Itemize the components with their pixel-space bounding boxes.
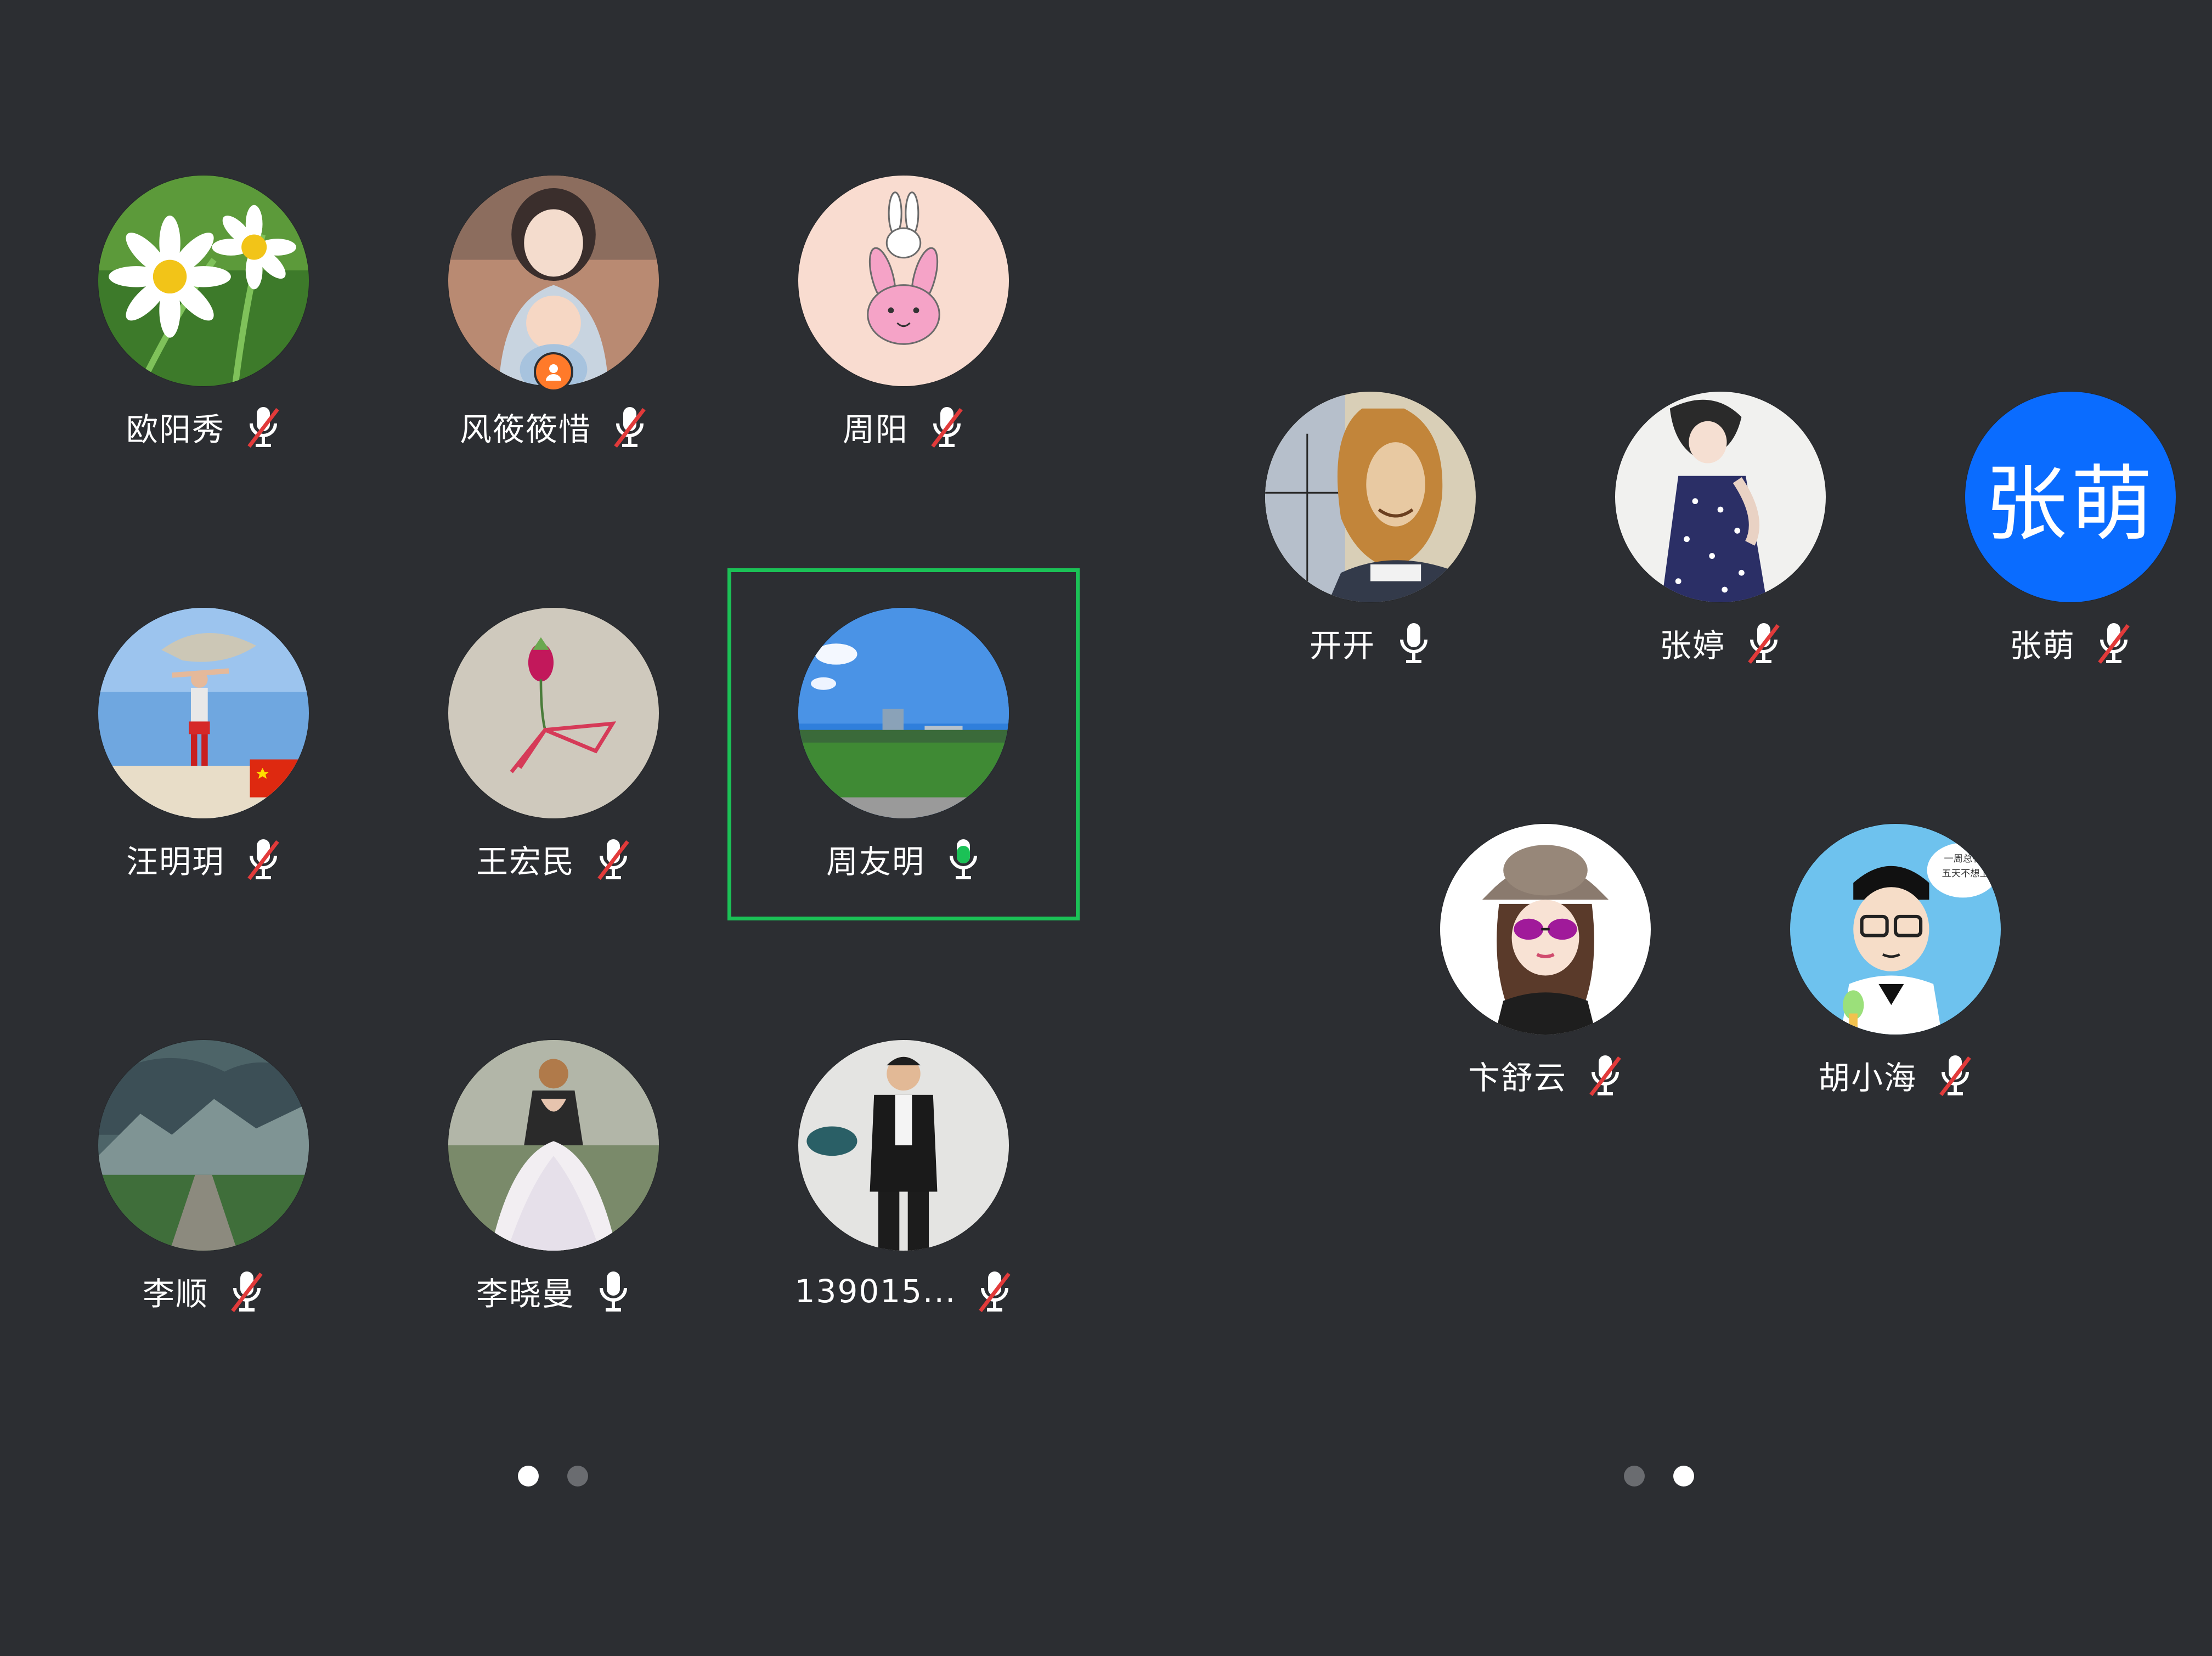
participant-name: 胡小海 xyxy=(1818,1059,1917,1097)
participant-tile[interactable]: 张萌 张萌 xyxy=(1895,370,2212,721)
avatar-initials: 张萌 xyxy=(1984,456,2156,552)
participant-name: 欧阳秀 xyxy=(126,411,225,448)
participant-tile[interactable]: 139015... xyxy=(728,1018,1079,1369)
participant-name: 张萌 xyxy=(2009,627,2075,664)
avatar xyxy=(798,1040,1009,1251)
avatar xyxy=(448,608,659,818)
text-avatar: 张萌 xyxy=(1965,392,2176,602)
person-icon xyxy=(546,364,561,381)
avatar xyxy=(798,176,1009,386)
speech-bubble-line2: 五天不想上班 xyxy=(1942,868,1999,879)
cartoon-boy-glasses-icon: 一周总有那 五天不想上班 xyxy=(1790,824,2001,1035)
mic-muted-icon[interactable] xyxy=(246,405,281,449)
mic-on-icon[interactable] xyxy=(596,1269,631,1313)
mic-muted-icon[interactable] xyxy=(1746,621,1781,665)
avatar xyxy=(98,608,309,818)
mic-muted-icon[interactable] xyxy=(612,405,647,449)
participant-tile[interactable]: 开开 xyxy=(1195,370,1546,721)
girl-polka-dress-icon xyxy=(1615,392,1826,602)
participant-tile[interactable]: 卞舒云 xyxy=(1370,802,1721,1153)
participant-tile[interactable]: 张婷 xyxy=(1545,370,1896,721)
host-badge xyxy=(534,352,573,392)
participant-name: 李晓曼 xyxy=(476,1275,575,1313)
man-standing-icon xyxy=(798,1040,1009,1251)
avatar xyxy=(448,1040,659,1251)
avatar xyxy=(98,1040,309,1251)
wedding-dress-icon xyxy=(448,1040,659,1251)
participant-name: 周友明 xyxy=(826,843,925,880)
avatar xyxy=(1440,824,1651,1035)
participant-name: 张婷 xyxy=(1659,627,1725,664)
page-dot-2[interactable] xyxy=(567,1466,588,1487)
participant-name: 李顺 xyxy=(142,1275,208,1313)
avatar xyxy=(1615,392,1826,602)
cartoon-girl-sunglasses-icon xyxy=(1440,824,1651,1035)
avatar xyxy=(98,176,309,386)
participant-name: 风筱筱惜 xyxy=(459,411,591,448)
page-dot-2-active[interactable] xyxy=(1673,1466,1694,1487)
mic-speaking-icon[interactable] xyxy=(946,837,981,881)
participant-name: 139015... xyxy=(794,1273,957,1310)
participant-name: 卞舒云 xyxy=(1468,1059,1567,1097)
mic-muted-icon[interactable] xyxy=(929,405,964,449)
mic-muted-icon[interactable] xyxy=(1588,1053,1623,1097)
mic-on-icon[interactable] xyxy=(1396,621,1431,665)
page-dot-1-active[interactable] xyxy=(518,1466,539,1487)
participant-name: 王宏民 xyxy=(476,843,575,880)
mountain-road-icon xyxy=(98,1040,309,1251)
participant-tile[interactable]: 一周总有那 五天不想上班 胡小海 xyxy=(1720,802,2071,1153)
participant-name: 开开 xyxy=(1309,627,1375,664)
participant-tile[interactable]: 李晓曼 xyxy=(378,1018,729,1369)
page-indicator[interactable] xyxy=(518,1466,588,1487)
participant-tile[interactable]: 汪明玥 xyxy=(28,586,379,937)
participant-tile-active-speaker[interactable]: 周友明 xyxy=(728,586,1079,937)
mic-muted-icon[interactable] xyxy=(229,1269,264,1313)
participant-tile[interactable]: 李顺 xyxy=(28,1018,379,1369)
page-dot-1[interactable] xyxy=(1624,1466,1645,1487)
participant-tile[interactable]: 周阳 xyxy=(728,154,1079,505)
person-with-flag-icon xyxy=(98,608,309,818)
speech-bubble-line1: 一周总有那 xyxy=(1944,854,1991,864)
mic-muted-icon[interactable] xyxy=(246,837,281,881)
participant-page-2[interactable]: 开开 张婷 张萌 张萌 卞舒云 一周总有那 五天不想上班 胡小海 xyxy=(1106,0,2212,1656)
participant-name: 汪明玥 xyxy=(126,843,225,880)
pink-bunny-icon xyxy=(798,176,1009,386)
participant-tile[interactable]: 欧阳秀 xyxy=(28,154,379,505)
descartes-portrait-icon xyxy=(1265,392,1476,602)
flower-sketch-icon xyxy=(448,608,659,818)
participant-tile[interactable]: 风筱筱惜 xyxy=(378,154,729,505)
mic-muted-icon[interactable] xyxy=(2096,621,2131,665)
sky-field-photo-icon xyxy=(798,608,1009,818)
daisy-photo-icon xyxy=(98,176,309,386)
mic-muted-icon[interactable] xyxy=(1938,1053,1973,1097)
avatar: 一周总有那 五天不想上班 xyxy=(1790,824,2001,1035)
avatar xyxy=(798,608,1009,818)
mic-muted-icon[interactable] xyxy=(596,837,631,881)
page-indicator[interactable] xyxy=(1624,1466,1694,1487)
avatar xyxy=(1265,392,1476,602)
participant-page-1[interactable]: 欧阳秀 风筱筱惜 周阳 汪明玥 王宏民 周友明 李顺 李晓曼 139015... xyxy=(0,0,1106,1656)
mic-muted-icon[interactable] xyxy=(977,1269,1012,1313)
participant-tile[interactable]: 王宏民 xyxy=(378,586,729,937)
participant-name: 周阳 xyxy=(842,411,909,448)
